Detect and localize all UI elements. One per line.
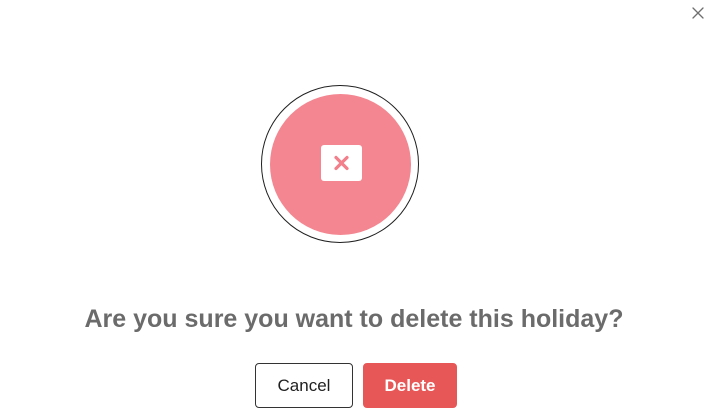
close-icon[interactable]	[689, 4, 707, 22]
delete-confirmation-dialog: Are you sure you want to delete this hol…	[0, 0, 708, 415]
confirmation-message: Are you sure you want to delete this hol…	[84, 305, 624, 333]
cancel-button[interactable]: Cancel	[255, 363, 353, 408]
delete-x-icon	[321, 145, 362, 181]
delete-button[interactable]: Delete	[363, 363, 457, 408]
